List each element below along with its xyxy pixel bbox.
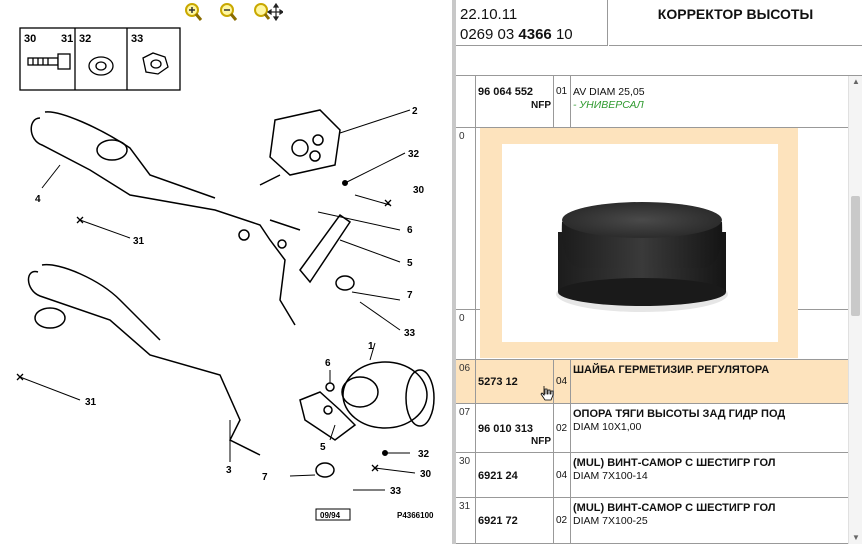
- date-stamp: 09/94: [320, 511, 341, 520]
- row-index: 31: [456, 498, 476, 543]
- part-reference[interactable]: 6921 72: [478, 515, 518, 527]
- page-title: КОРРЕКТОР ВЫСОТЫ: [609, 0, 862, 46]
- catalog-date: 22.10.11: [460, 6, 518, 23]
- callout-30-upper: 30: [413, 185, 425, 196]
- part-reference[interactable]: 96 010 313: [478, 423, 533, 435]
- zoom-pan-icon[interactable]: [253, 2, 285, 22]
- callout-6-upper: 6: [407, 225, 413, 236]
- row-index: 07: [456, 404, 476, 452]
- nfp-flag: NFP: [531, 436, 551, 447]
- part-reference[interactable]: 5273 12: [478, 376, 518, 388]
- callout-5-upper: 5: [407, 258, 413, 269]
- callout-32-upper: 32: [408, 149, 420, 160]
- part-quantity: 01: [556, 86, 568, 97]
- row-index: 30: [456, 453, 476, 497]
- hand-cursor-icon: [540, 386, 554, 401]
- row-index: 0: [456, 310, 476, 359]
- callout-31-lower: 31: [85, 397, 97, 408]
- part-reference[interactable]: 96 064 552: [478, 86, 533, 98]
- part-photo: [502, 144, 778, 342]
- callout-4: 4: [35, 194, 41, 205]
- legend-label-33: 33: [131, 33, 143, 45]
- part-description: ОПОРА ТЯГИ ВЫСОТЫ ЗАД ГИДР ПОД: [573, 408, 786, 420]
- table-row[interactable]: 96 064 552 NFP 01 AV DIAM 25,05 - УНИВЕР…: [456, 76, 848, 128]
- part-variant: - УНИВЕРСАЛ: [573, 99, 644, 111]
- hardware-legend: [19, 27, 181, 91]
- parts-pane: 22.10.11 0269 03 4366 10 КОРРЕКТОР ВЫСОТ…: [456, 0, 862, 544]
- scroll-down-icon[interactable]: ▼: [849, 532, 862, 544]
- upper-rod-assembly: [30, 109, 355, 326]
- part-quantity: 04: [556, 376, 568, 387]
- part-quantity: 02: [556, 515, 568, 526]
- callout-3: 3: [226, 465, 232, 476]
- zoom-toolbar: [0, 0, 452, 24]
- callout-2: 2: [412, 106, 418, 117]
- part-description-2: DIAM 7X100-25: [573, 515, 648, 527]
- part-description-2: DIAM 7X100-14: [573, 470, 648, 482]
- part-description: (MUL) ВИНТ-САМОР С ШЕСТИГР ГОЛ: [573, 502, 776, 514]
- callout-5-lower: 5: [320, 442, 326, 453]
- table-row[interactable]: 07 96 010 313 NFP 02 ОПОРА ТЯГИ ВЫСОТЫ З…: [456, 404, 848, 453]
- callout-33-lower: 33: [390, 486, 402, 497]
- part-description-2: DIAM 10X1,00: [573, 421, 642, 433]
- callout-33-upper: 33: [404, 328, 416, 339]
- catalog-code: 0269 03 4366 10: [460, 26, 573, 43]
- catalog-info: 22.10.11 0269 03 4366 10: [456, 0, 608, 46]
- lower-rod-assembly: [27, 263, 435, 478]
- vertical-scrollbar[interactable]: ▲ ▼: [848, 76, 862, 544]
- part-description: ШАЙБА ГЕРМЕТИЗИР. РЕГУЛЯТОРА: [573, 364, 770, 376]
- part-description: (MUL) ВИНТ-САМОР С ШЕСТИГР ГОЛ: [573, 457, 776, 469]
- table-row[interactable]: 30 6921 24 04 (MUL) ВИНТ-САМОР С ШЕСТИГР…: [456, 453, 848, 498]
- part-photo-popup: [480, 128, 798, 358]
- callout-30-lower: 30: [420, 469, 432, 480]
- legend-label-32: 32: [79, 33, 91, 45]
- row-index: 06: [456, 360, 476, 403]
- scroll-up-icon[interactable]: ▲: [849, 76, 862, 88]
- drawing-pane: 30 31 32 33 2 32 30 6 5 7 33 4 31 31 1 6…: [0, 0, 452, 544]
- legend-label-31: 31: [61, 33, 73, 45]
- exploded-parts-drawing: 30 31 32 33 2 32 30 6 5 7 33 4 31 31 1 6…: [16, 27, 435, 521]
- nfp-flag: NFP: [531, 100, 551, 111]
- drawing-code: P4366100: [397, 511, 434, 520]
- callout-6-lower: 6: [325, 358, 331, 369]
- rubber-bushing-image: [556, 202, 728, 312]
- part-quantity: 02: [556, 423, 568, 434]
- callout-31-upper: 31: [133, 236, 145, 247]
- callout-7-lower: 7: [262, 472, 268, 483]
- callout-7-upper: 7: [407, 290, 413, 301]
- zoom-out-icon[interactable]: [218, 2, 240, 22]
- scrollbar-thumb[interactable]: [851, 196, 860, 316]
- row-index: 0: [456, 128, 476, 309]
- zoom-in-icon[interactable]: [183, 2, 205, 22]
- callout-leaders: [19, 109, 416, 491]
- callout-1: 1: [368, 341, 374, 352]
- table-row[interactable]: 31 6921 72 02 (MUL) ВИНТ-САМОР С ШЕСТИГР…: [456, 498, 848, 544]
- legend-label-30: 30: [24, 33, 36, 45]
- row-index: [456, 76, 476, 127]
- callout-32-lower: 32: [418, 449, 430, 460]
- part-quantity: 04: [556, 470, 568, 481]
- part-reference[interactable]: 6921 24: [478, 470, 518, 482]
- table-row-selected[interactable]: 06 5273 12 04 ШАЙБА ГЕРМЕТИЗИР. РЕГУЛЯТО…: [456, 360, 848, 404]
- part-description-2: AV DIAM 25,05: [573, 86, 645, 98]
- header-spacer: [456, 46, 862, 76]
